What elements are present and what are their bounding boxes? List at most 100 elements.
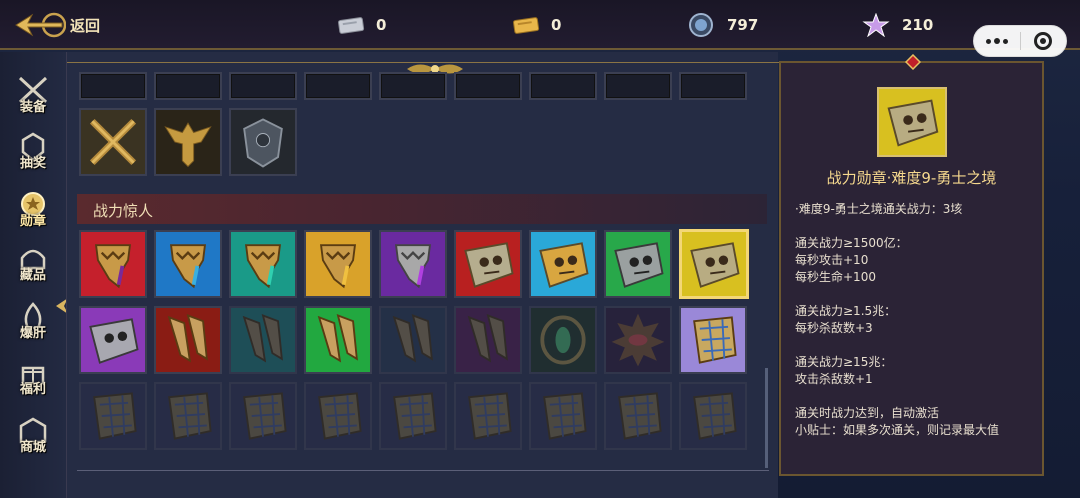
detail-line bbox=[795, 286, 1035, 303]
detail-medal-frame bbox=[877, 87, 947, 157]
medal-tile-locked[interactable] bbox=[679, 382, 747, 450]
sidebar-item-welfare[interactable]: 福利 bbox=[8, 352, 58, 402]
medal-tile-locked[interactable] bbox=[454, 306, 522, 374]
scrollbar[interactable] bbox=[765, 368, 768, 468]
back-arrow-icon bbox=[15, 12, 66, 38]
locked-web-medal-icon bbox=[531, 384, 595, 448]
medal-tile-partial[interactable] bbox=[79, 72, 147, 100]
medal-tile[interactable] bbox=[154, 108, 222, 176]
medal-tile[interactable] bbox=[79, 306, 147, 374]
locked-web-medal-icon bbox=[456, 384, 520, 448]
crystal-coin-counter: 797 bbox=[687, 13, 758, 37]
armor-medal-icon bbox=[231, 110, 295, 174]
medal-tile-partial[interactable] bbox=[604, 72, 672, 100]
section-header: 战力惊人 bbox=[77, 194, 767, 224]
medal-tile-selected[interactable] bbox=[679, 229, 749, 299]
medal-tile-locked[interactable] bbox=[79, 382, 147, 450]
medal-tile-locked[interactable] bbox=[604, 382, 672, 450]
medal-tile-locked[interactable] bbox=[304, 382, 372, 450]
locked-web-medal-icon bbox=[156, 384, 220, 448]
medal-tile-partial[interactable] bbox=[229, 72, 297, 100]
green-claw-medal-icon bbox=[306, 308, 370, 372]
cyan-skull-medal-icon bbox=[531, 232, 595, 296]
green-skull-medal-icon bbox=[606, 232, 670, 296]
purple-banner-medal-icon bbox=[381, 232, 445, 296]
medal-tile-locked[interactable] bbox=[379, 306, 447, 374]
medal-tile[interactable] bbox=[454, 230, 522, 298]
medal-tile[interactable] bbox=[229, 108, 297, 176]
more-options-icon[interactable] bbox=[974, 38, 1020, 44]
sidebar-item-equipment[interactable]: 装备 bbox=[8, 70, 58, 120]
medal-tile-locked[interactable] bbox=[604, 306, 672, 374]
medal-tile[interactable] bbox=[79, 230, 147, 298]
top-bar: 返回 0 0 797 210 bbox=[0, 0, 1080, 50]
medal-tile-locked[interactable] bbox=[229, 306, 297, 374]
locked-web-medal-icon bbox=[81, 384, 145, 448]
sidebar-item-label: 装备 bbox=[19, 99, 46, 115]
silver-ticket-counter: 0 bbox=[336, 13, 386, 37]
detail-line: 通关战力≥1500亿： bbox=[795, 236, 908, 250]
locked-web-medal-icon bbox=[381, 384, 445, 448]
medal-tile[interactable] bbox=[379, 230, 447, 298]
section-title: 战力惊人 bbox=[93, 202, 154, 220]
purple-eye-medal-icon bbox=[606, 308, 670, 372]
sidebar-item-collection[interactable]: 藏品 bbox=[8, 238, 58, 288]
sidebar-item-medals[interactable]: 勋章 bbox=[8, 184, 58, 234]
medal-tile-partial[interactable] bbox=[304, 72, 372, 100]
detail-line: 每秒攻击+10 bbox=[795, 253, 869, 267]
medal-tile-partial[interactable] bbox=[679, 72, 747, 100]
medal-tile-locked[interactable] bbox=[529, 382, 597, 450]
sidebar-item-lottery[interactable]: 抽奖 bbox=[8, 126, 58, 176]
medal-tile-locked[interactable] bbox=[154, 382, 222, 450]
medal-tile[interactable] bbox=[604, 230, 672, 298]
detail-line: 每秒杀敌数+3 bbox=[795, 321, 873, 335]
sidebar-item-label: 商城 bbox=[19, 439, 46, 455]
violet-web-medal-icon bbox=[681, 308, 745, 372]
detail-line: 通关战力≥15兆： bbox=[795, 355, 893, 369]
medal-tile[interactable] bbox=[529, 230, 597, 298]
medal-grid-panel: 战力惊人 bbox=[66, 52, 779, 498]
medal-tile-partial[interactable] bbox=[454, 72, 522, 100]
gold-ticket-value: 0 bbox=[551, 16, 562, 34]
medal-tile[interactable] bbox=[229, 230, 297, 298]
red-banner-medal-icon bbox=[81, 232, 145, 296]
detail-line: 通关战力≥1.5兆： bbox=[795, 304, 897, 318]
detail-line bbox=[795, 337, 1035, 354]
medal-tile-partial[interactable] bbox=[379, 72, 447, 100]
close-target-icon[interactable] bbox=[1020, 32, 1066, 50]
medal-tile-locked[interactable] bbox=[379, 382, 447, 450]
crystal-coin-value: 797 bbox=[727, 16, 759, 34]
sidebar-item-label: 藏品 bbox=[19, 267, 46, 283]
star-gem-icon bbox=[862, 13, 890, 37]
medal-tile[interactable] bbox=[154, 306, 222, 374]
gold-ticket-counter: 0 bbox=[511, 13, 561, 37]
star-gem-counter: 210 bbox=[862, 13, 933, 37]
detail-line: 小贴士：如果多次通关，则记录最大值 bbox=[795, 423, 1000, 437]
silver-ticket-value: 0 bbox=[376, 16, 387, 34]
teal-claw-medal-icon bbox=[231, 308, 295, 372]
sidebar-item-label: 爆肝 bbox=[19, 325, 46, 341]
medal-tile[interactable] bbox=[154, 230, 222, 298]
gold-banner-medal-icon bbox=[306, 232, 370, 296]
medal-tile[interactable] bbox=[679, 306, 747, 374]
teal-banner-medal-icon bbox=[231, 232, 295, 296]
sidebar-item-label: 福利 bbox=[19, 381, 46, 397]
back-button[interactable]: 返回 bbox=[14, 10, 100, 40]
medal-tile-locked[interactable] bbox=[229, 382, 297, 450]
sidebar-item-grind[interactable]: 爆肝 bbox=[8, 296, 58, 346]
silver-ticket-icon bbox=[338, 17, 365, 34]
sidebar-item-label: 抽奖 bbox=[19, 155, 46, 171]
medal-tile-locked[interactable] bbox=[529, 306, 597, 374]
medal-tile[interactable] bbox=[79, 108, 147, 176]
medal-tile[interactable] bbox=[304, 306, 372, 374]
detail-title: 战力勋章·难度9-勇士之境 bbox=[826, 169, 997, 187]
medal-tile-locked[interactable] bbox=[454, 382, 522, 450]
detail-line: 每秒生命+100 bbox=[795, 270, 876, 284]
detail-line bbox=[795, 218, 1035, 235]
medal-tile-partial[interactable] bbox=[154, 72, 222, 100]
detail-line: 攻击杀敌数+1 bbox=[795, 372, 873, 386]
sidebar-item-shop[interactable]: 商城 bbox=[8, 410, 58, 460]
medal-tile-partial[interactable] bbox=[529, 72, 597, 100]
crossed-swords-medal-icon bbox=[81, 110, 145, 174]
medal-tile[interactable] bbox=[304, 230, 372, 298]
